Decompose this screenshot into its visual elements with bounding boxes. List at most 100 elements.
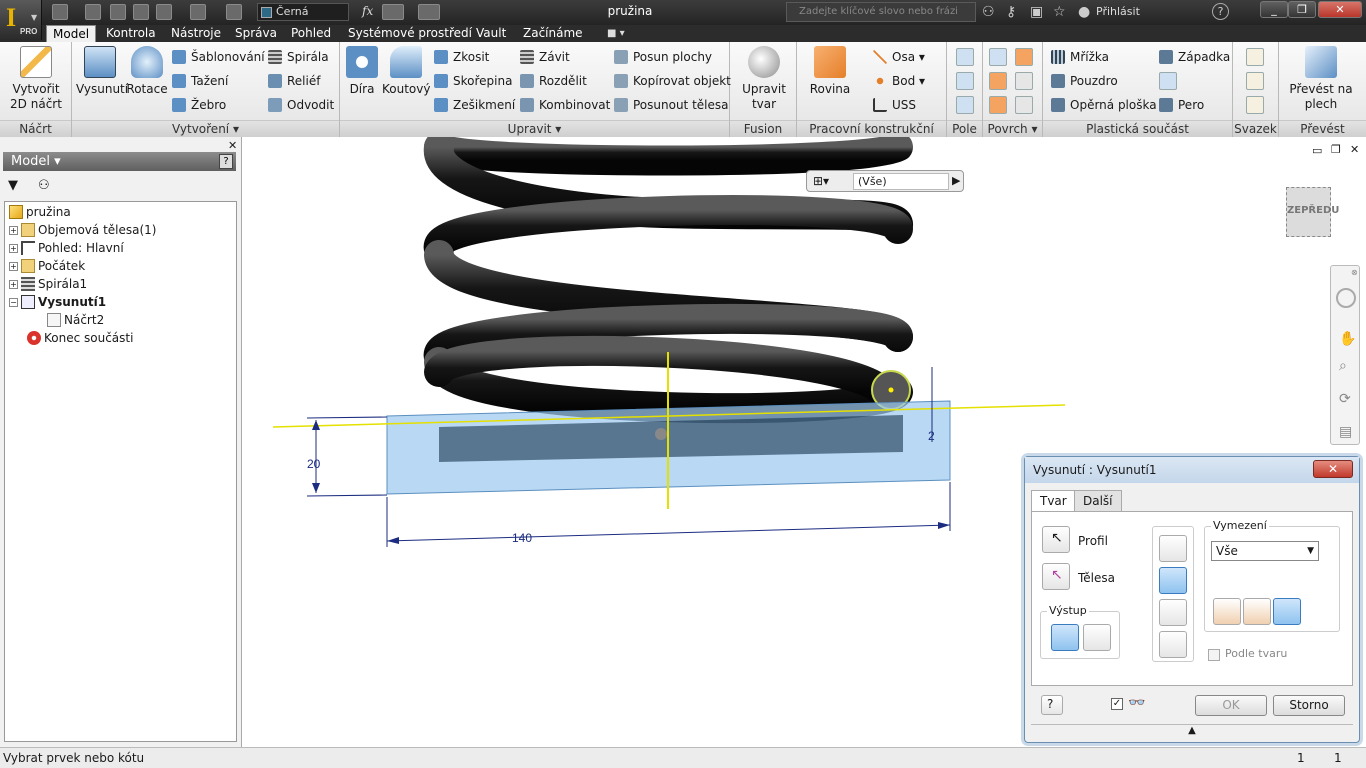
selection-filter[interactable]: ⊞▾ (Vše) ▶ [806, 170, 964, 192]
copy-object-button[interactable]: Kopírovat objekt [614, 72, 731, 90]
dialog-expand-icon[interactable]: ▲ [1031, 724, 1353, 738]
boss-button[interactable]: Pouzdro [1051, 72, 1118, 90]
tab-kontrola[interactable]: Kontrola [100, 25, 162, 42]
rest-button[interactable]: Opěrná ploška [1051, 96, 1157, 114]
create-sketch-button[interactable]: Vytvořit 2D náčrt [4, 46, 68, 112]
filter-icon[interactable]: ▼ [8, 178, 18, 193]
tree-node-view[interactable]: + Pohled: Hlavní [9, 239, 124, 257]
subscription-icon[interactable]: ▣ [1030, 4, 1043, 20]
key-icon[interactable]: ⚷ [1006, 4, 1016, 20]
fx-icon[interactable]: fx [362, 4, 373, 18]
help-icon[interactable]: ? [219, 154, 233, 169]
collapse-icon[interactable]: − [9, 298, 18, 307]
shell-button[interactable]: Skořepina [434, 72, 512, 90]
view-minimize-icon[interactable]: ▭ [1312, 144, 1322, 157]
snap-fit-button[interactable]: Západka [1159, 48, 1230, 66]
mirror-icon[interactable] [956, 96, 974, 114]
tab-dalsi[interactable]: Další [1074, 490, 1122, 511]
bodies-select-button[interactable]: ↖ [1042, 563, 1070, 590]
sweep-button[interactable]: Tažení [172, 72, 228, 90]
trim-icon[interactable] [1015, 72, 1033, 90]
navbar-close-icon[interactable]: ⊗ [1351, 268, 1358, 277]
thread-button[interactable]: Závit [520, 48, 570, 66]
orbit-icon[interactable]: ⟳ [1339, 391, 1351, 407]
tab-nastroje[interactable]: Nástroje [165, 25, 227, 42]
maximize-button[interactable]: ❐ [1288, 1, 1316, 18]
expand-icon[interactable]: + [9, 262, 18, 271]
delete-face-icon[interactable] [1015, 96, 1033, 114]
move-face-button[interactable]: Posun plochy [614, 48, 712, 66]
grill-button[interactable]: Mřížka [1051, 48, 1109, 66]
look-at-icon[interactable]: ▤ [1339, 424, 1352, 440]
tab-systemove-prostredi[interactable]: Systémové prostředí [342, 25, 478, 42]
application-menu-button[interactable]: I PRO ▼ [0, 0, 42, 40]
redo-icon[interactable] [156, 4, 172, 20]
convert-sheetmetal-button[interactable]: Převést na plech [1281, 46, 1361, 112]
thicken-icon[interactable] [989, 48, 1007, 66]
login-link[interactable]: Přihlásit [1096, 5, 1140, 18]
cancel-button[interactable]: Storno [1273, 695, 1345, 716]
rule-fillet-icon[interactable] [1159, 72, 1177, 90]
plane-button[interactable]: Rovina [807, 46, 853, 97]
rect-pattern-icon[interactable] [956, 48, 974, 66]
output-surface-button[interactable] [1083, 624, 1111, 651]
ucs-button[interactable]: USS [873, 96, 916, 114]
tree-node-end-of-part[interactable]: Konec součásti [27, 329, 133, 347]
tree-node-part[interactable]: pružina [9, 203, 71, 221]
combine-button[interactable]: Kombinovat [520, 96, 610, 114]
direction-1-button[interactable] [1213, 598, 1241, 625]
panel-label-povrch[interactable]: Povrch ▾ [983, 120, 1042, 137]
minimize-button[interactable]: _ [1260, 1, 1288, 18]
lip-button[interactable]: Pero [1159, 96, 1204, 114]
dialog-title[interactable]: Vysunutí : Vysunutí1 [1025, 457, 1359, 483]
tree-node-solid-bodies[interactable]: + Objemová tělesa(1) [9, 221, 157, 239]
coil-button[interactable]: Spirála [268, 48, 329, 66]
ok-button[interactable]: OK [1195, 695, 1267, 716]
loft-button[interactable]: Šablonování [172, 48, 265, 66]
extrude-button[interactable]: Vysunutí [76, 46, 128, 97]
split-button[interactable]: Rozdělit [520, 72, 587, 90]
new-icon[interactable] [52, 4, 68, 20]
pan-icon[interactable]: ✋ [1339, 331, 1356, 347]
binoculars-icon[interactable]: ⚇ [982, 4, 995, 20]
undo-icon[interactable] [133, 4, 149, 20]
intersect-button[interactable] [1159, 599, 1187, 626]
return-icon[interactable] [190, 4, 206, 20]
search-input[interactable]: Zadejte klíčové slovo nebo frázi [786, 2, 976, 22]
open-icon[interactable] [85, 4, 101, 20]
save-icon[interactable] [110, 4, 126, 20]
close-button[interactable]: ✕ [1318, 1, 1362, 18]
tree-node-coil[interactable]: + Spirála1 [9, 275, 87, 293]
extents-select[interactable]: Vše ▼ [1211, 541, 1319, 561]
zoom-icon[interactable]: ⌕ [1339, 358, 1347, 374]
axis-button[interactable]: Osa ▾ [873, 48, 925, 66]
viewcube[interactable]: ZEPŘEDU [1286, 187, 1339, 237]
harness-icon-3[interactable] [1246, 96, 1264, 114]
view-restore-icon[interactable]: ❐ [1331, 143, 1341, 156]
tree-node-extrusion[interactable]: − Vysunutí1 [9, 293, 106, 311]
hole-button[interactable]: Díra [342, 46, 382, 97]
fillet-button[interactable]: Koutový [382, 46, 430, 97]
symmetric-button[interactable] [1273, 598, 1301, 625]
browser-close-icon[interactable]: ✕ [228, 139, 237, 152]
profile-select-button[interactable]: ↖ [1042, 526, 1070, 553]
panel-label-vytvoreni[interactable]: Vytvoření ▾ [72, 120, 339, 137]
filter-value[interactable]: (Vše) [853, 173, 949, 190]
color-selector[interactable]: Černá [257, 3, 349, 21]
derive-button[interactable]: Odvodit [268, 96, 334, 114]
output-solid-button[interactable] [1051, 624, 1079, 651]
move-bodies-button[interactable]: Posunout tělesa [614, 96, 729, 114]
tab-tvar[interactable]: Tvar [1031, 490, 1076, 512]
harness-icon-1[interactable] [1246, 48, 1264, 66]
circ-pattern-icon[interactable] [956, 72, 974, 90]
plus-icon[interactable] [418, 4, 440, 20]
revolve-button[interactable]: Rotace [126, 46, 168, 97]
dialog-help-button[interactable]: ? [1041, 695, 1063, 715]
user-icon[interactable]: ● [1078, 4, 1090, 20]
tab-sprava[interactable]: Správa [229, 25, 283, 42]
dimension-offset[interactable]: 2 [928, 429, 935, 443]
expand-icon[interactable]: + [9, 244, 18, 253]
view-close-icon[interactable]: ✕ [1350, 143, 1359, 156]
tab-zaciname[interactable]: Začínáme [517, 25, 589, 42]
help-icon[interactable]: ? [1212, 3, 1229, 20]
